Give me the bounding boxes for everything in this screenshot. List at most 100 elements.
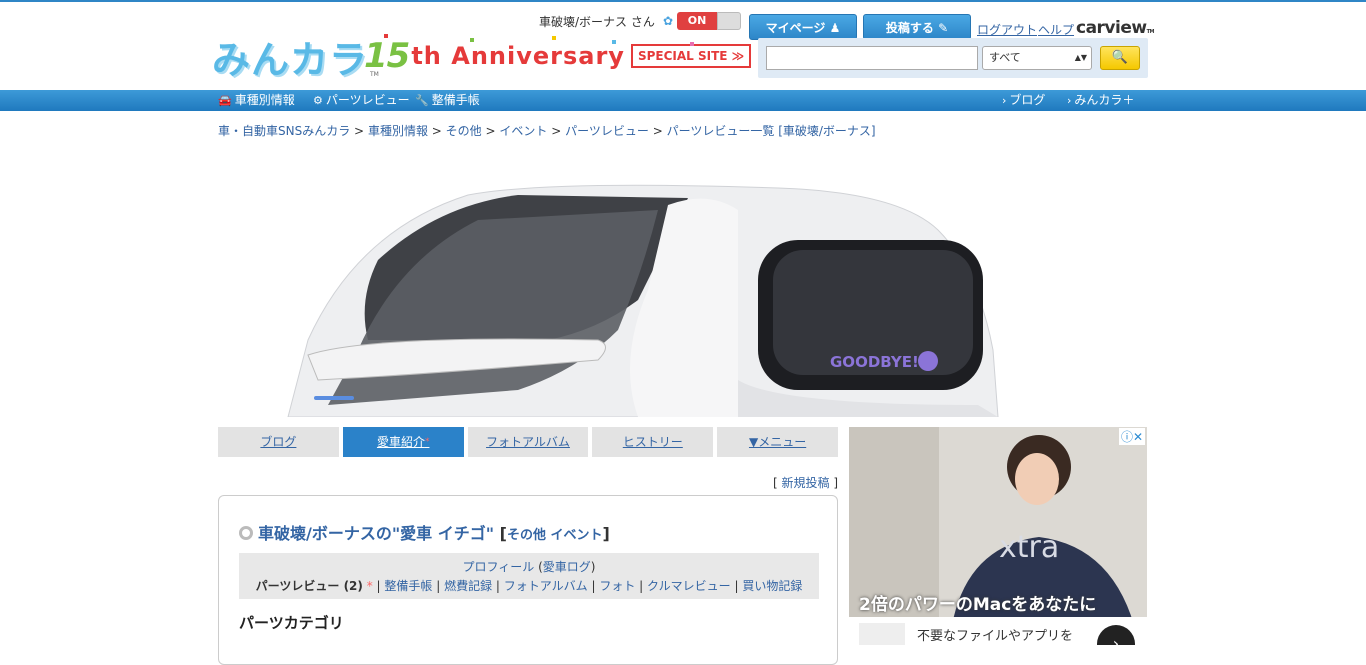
tab-label: ▼メニュー — [748, 435, 807, 449]
search-input[interactable] — [766, 46, 978, 70]
notification-toggle[interactable]: ✿ ON — [663, 12, 741, 30]
event-tag-link[interactable]: その他 イベント — [507, 528, 603, 543]
purchase-record-link[interactable]: 買い物記録 — [742, 579, 802, 593]
breadcrumb-separator: > — [485, 124, 496, 138]
anniversary-number: 15 — [364, 36, 410, 76]
section-heading: パーツカテゴリ — [239, 614, 344, 632]
carview-logo[interactable]: carviewTM — [1076, 18, 1154, 38]
maintenance-link[interactable]: 整備手帳 — [384, 579, 432, 593]
car-icon: 🚘 — [218, 94, 232, 107]
chevron-right-icon: › — [1002, 94, 1007, 107]
search-button[interactable]: 🔍 — [1100, 46, 1140, 70]
toggle-on-label: ON — [677, 12, 717, 30]
ad-close-icon[interactable]: ⓘ✕ — [1118, 428, 1145, 445]
tab-label: ヒストリー — [622, 435, 683, 449]
confetti-decoration — [612, 40, 616, 44]
advertisement[interactable]: xtra ⓘ✕ 2倍のパワーのMacをあなたに 不要なファイルやアプリを › — [849, 427, 1147, 645]
tab-label: フォトアルバム — [486, 435, 570, 449]
breadcrumb-separator: > — [431, 124, 442, 138]
tab-label: ブログ — [260, 435, 297, 449]
mypage-button[interactable]: マイページ ♟ — [749, 14, 857, 40]
new-post-link[interactable]: 新規投稿 — [782, 476, 830, 490]
user-name: 車破壊/ボーナス さん — [539, 15, 655, 29]
breadcrumb-link[interactable]: 車種別情報 — [368, 124, 428, 138]
tab-history[interactable]: ヒストリー — [592, 427, 714, 457]
goodbye-text: GOODBYE! — [830, 353, 919, 371]
tab-blog[interactable]: ブログ — [218, 427, 339, 457]
car-profile-panel: 車破壊/ボーナスの"愛車 イチゴ" [その他 イベント] プロフィール (愛車ロ… — [218, 495, 838, 665]
tab-label: 愛車紹介 — [376, 435, 425, 449]
nav-item-blog[interactable]: › ブログ — [1002, 90, 1045, 111]
logout-link[interactable]: ログアウト — [977, 21, 1037, 38]
logo-text: みんカラ — [212, 38, 369, 82]
parts-review-link[interactable]: パーツレビュー (2) — [256, 579, 363, 593]
toggle-off-side — [717, 12, 741, 30]
select-arrows-icon: ▲▼ — [1074, 53, 1087, 62]
nav-item-minkara-plus[interactable]: › みんカラ＋ — [1067, 90, 1134, 111]
nav-item-maintenance[interactable]: 🔧 整備手帳 — [415, 90, 480, 111]
gear-icon: ⚙ — [313, 94, 323, 107]
photo-album-link[interactable]: フォトアルバム — [504, 579, 588, 593]
mypage-label: マイページ — [765, 21, 826, 35]
breadcrumb-link[interactable]: パーツレビュー — [565, 124, 649, 138]
tab-photo-album[interactable]: フォトアルバム — [467, 427, 589, 457]
bracket-open: [ — [773, 476, 778, 490]
bracket-close: ] — [833, 476, 839, 490]
nav-item-label: 整備手帳 — [431, 93, 480, 107]
anniversary-banner[interactable]: 15 th Anniversary SPECIAL SITE ≫ — [364, 34, 752, 78]
breadcrumb-separator: > — [551, 124, 562, 138]
profile-tabs: ブログ 愛車紹介* フォトアルバム ヒストリー ▼メニュー — [218, 427, 838, 457]
tab-car-intro[interactable]: 愛車紹介* — [342, 427, 464, 457]
profile-subnav: プロフィール (愛車ログ) パーツレビュー (2) * | 整備手帳 | 燃費記… — [239, 553, 819, 599]
smiley-icon — [918, 351, 938, 371]
panel-title: 車破壊/ボーナスの"愛車 イチゴ" [その他 イベント] — [239, 520, 610, 544]
breadcrumb-separator: > — [354, 124, 365, 138]
confetti-decoration — [470, 38, 474, 42]
breadcrumb-separator: > — [652, 124, 663, 138]
nav-item-parts-review[interactable]: ⚙ パーツレビュー — [313, 90, 410, 111]
profile-link[interactable]: プロフィール — [463, 560, 535, 574]
breadcrumb-link[interactable]: イベント — [499, 124, 547, 138]
subnav-row: プロフィール (愛車ログ) — [462, 560, 596, 574]
paw-icon: ✿ — [663, 14, 674, 28]
ad-subtext: 不要なファイルやアプリを — [917, 629, 1074, 644]
person-icon: ♟ — [829, 21, 841, 35]
tab-star-mark: * — [424, 437, 430, 447]
shirt-text: xtra — [999, 530, 1059, 565]
photo-link[interactable]: フォト — [599, 579, 635, 593]
new-post-area: [ 新規投稿 ] — [773, 474, 838, 491]
nav-item-car-info[interactable]: 🚘 車種別情報 — [218, 90, 295, 111]
breadcrumb-link[interactable]: パーツレビュー一覧 [車破壊/ボーナス] — [667, 124, 876, 138]
search-box: すべて ▲▼ 🔍 — [758, 38, 1148, 78]
car-hero-image: GOODBYE! — [218, 150, 1148, 417]
confetti-decoration — [552, 36, 556, 40]
site-header: みんカラ TM 15 th Anniversary SPECIAL SITE ≫… — [0, 2, 1366, 90]
breadcrumb-link[interactable]: 車・自動車SNSみんカラ — [218, 124, 350, 138]
pen-icon: ✎ — [938, 21, 949, 35]
help-link[interactable]: ヘルプ — [1038, 21, 1074, 38]
confetti-decoration — [690, 42, 694, 46]
nav-item-label: パーツレビュー — [325, 93, 410, 107]
search-icon: 🔍 — [1111, 50, 1129, 65]
anniversary-text: th Anniversary — [411, 42, 625, 70]
car-title-link[interactable]: 車破壊/ボーナスの"愛車 イチゴ" — [258, 524, 494, 543]
post-button[interactable]: 投稿する ✎ — [863, 14, 971, 40]
breadcrumb: 車・自動車SNSみんカラ > 車種別情報 > その他 > イベント > パーツレ… — [218, 122, 876, 139]
special-site-link[interactable]: SPECIAL SITE ≫ — [630, 44, 752, 68]
tab-menu[interactable]: ▼メニュー — [717, 427, 838, 457]
carview-text: carview — [1076, 18, 1147, 38]
breadcrumb-link[interactable]: その他 — [446, 124, 482, 138]
user-area: 車破壊/ボーナス さん ✿ ON マイページ ♟ 投稿する ✎ ログアウト ヘル… — [0, 10, 1366, 40]
nav-item-label: 車種別情報 — [234, 93, 295, 107]
fuel-record-link[interactable]: 燃費記録 — [444, 579, 492, 593]
search-category-value: すべて — [989, 51, 1021, 64]
site-logo[interactable]: みんカラ TM — [212, 40, 379, 80]
search-category-select[interactable]: すべて ▲▼ — [982, 46, 1092, 70]
car-review-link[interactable]: クルマレビュー — [647, 579, 731, 593]
nav-item-label: みんカラ＋ — [1074, 93, 1135, 107]
car-log-link[interactable]: 愛車ログ — [543, 560, 591, 574]
wrench-icon: 🔧 — [415, 94, 429, 107]
bullet-icon — [239, 526, 253, 540]
chevron-right-icon: › — [1067, 94, 1072, 107]
ad-arrow-icon[interactable]: › — [1097, 625, 1135, 645]
